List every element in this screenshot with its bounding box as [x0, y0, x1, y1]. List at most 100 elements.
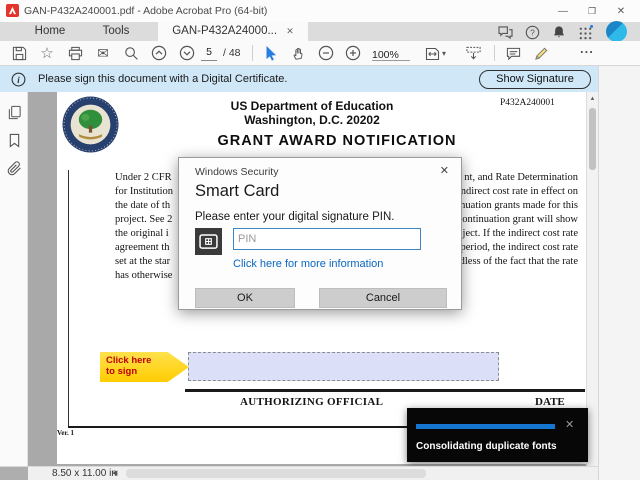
left-navigation-rail [0, 92, 28, 466]
progress-toast: ✕ Consolidating duplicate fonts [407, 408, 588, 462]
main-toolbar: ☆ ✉ 5 / 48 100% ▾ ... [0, 41, 640, 78]
right-tools-rail: A ◀ [598, 66, 640, 480]
click-to-sign-flag[interactable]: Click here to sign [100, 352, 189, 382]
smart-card-icon [195, 228, 222, 255]
doc-text-line: agreement th [115, 242, 170, 253]
tab-home[interactable]: Home [22, 22, 78, 41]
zoom-in-icon[interactable] [344, 44, 362, 62]
doc-text-line: rdless of the fact that the rate [456, 256, 578, 267]
doc-text-line: oject. If the indirect cost rate [457, 228, 578, 239]
status-bar: 8.50 x 11.00 in ◀ [0, 466, 598, 480]
more-information-link[interactable]: Click here for more information [233, 258, 383, 270]
dialog-titlebar-text: Windows Security [195, 166, 279, 178]
authorizing-official-label: AUTHORIZING OFFICIAL [240, 396, 384, 408]
zoom-out-icon[interactable] [317, 44, 335, 62]
zoom-level-dropdown[interactable]: 100% ▾ [372, 45, 410, 78]
tab-tools[interactable]: Tools [88, 22, 144, 41]
doc-paragraph-right-fragment: nt, and Rate Determination ndirect cost … [449, 171, 578, 269]
notice-text: Please sign this document with a Digital… [38, 73, 288, 85]
doc-text-line: t period, the indirect cost rate [454, 242, 578, 253]
grant-award-code: P432A240001 [500, 98, 555, 108]
scroll-up-arrow[interactable]: ▲ [587, 94, 598, 104]
feedback-icon[interactable] [497, 24, 513, 40]
hand-tool-icon[interactable] [290, 44, 308, 62]
doc-text-line: nt, and Rate Determination [464, 172, 578, 183]
doc-text-line: the original i [115, 228, 169, 239]
user-avatar[interactable] [606, 21, 627, 42]
tab-bar: Home Tools GAN-P432A24000... ✕ ? [0, 21, 640, 42]
page-total-label: / 48 [223, 47, 241, 59]
doc-text-line: set at the star [115, 256, 171, 267]
restore-button[interactable]: ❐ [578, 0, 606, 22]
bookmarks-icon[interactable] [6, 132, 22, 148]
attachments-paperclip-icon[interactable] [6, 160, 22, 176]
close-button[interactable]: ✕ [607, 0, 635, 22]
doc-text-line: continuation grant will show [457, 214, 578, 225]
select-tool-icon[interactable] [262, 44, 280, 62]
department-of-education-seal [62, 96, 119, 153]
save-icon[interactable] [10, 44, 28, 62]
minimize-button[interactable]: — [549, 0, 577, 22]
tab-document[interactable]: GAN-P432A24000... ✕ [158, 22, 308, 41]
tab-document-label: GAN-P432A24000... [172, 25, 278, 37]
doc-text-line: the date of th [115, 200, 171, 211]
toast-message: Consolidating duplicate fonts [416, 441, 557, 452]
svg-text:i: i [17, 74, 20, 84]
previous-page-icon[interactable] [150, 44, 168, 62]
info-icon: i [10, 71, 26, 87]
doc-text-line: Under 2 CFR [115, 172, 172, 183]
doc-paragraph-left-fragment: Under 2 CFR for Institution the date of … [115, 171, 173, 283]
scroll-left-arrow[interactable]: ◀ [112, 469, 117, 477]
next-page-icon[interactable] [178, 44, 196, 62]
windows-security-dialog: Windows Security ✕ Smart Card Please ent… [178, 157, 462, 310]
show-signature-button[interactable]: Show Signature [479, 70, 591, 89]
statusbar-corner [0, 467, 28, 480]
doc-text-line: has otherwise [115, 270, 173, 281]
email-icon[interactable]: ✉ [94, 44, 112, 62]
cancel-button[interactable]: Cancel [319, 288, 447, 308]
doc-title-line2: Washington, D.C. 20202 [244, 113, 380, 127]
page-scrolling-icon[interactable] [464, 44, 482, 62]
doc-text-line: for Institution [115, 186, 174, 197]
more-tools-ellipsis[interactable]: ... [580, 41, 594, 56]
title-bar: GAN-P432A240001.pdf - Adobe Acrobat Pro … [0, 0, 640, 22]
horizontal-scrollbar-thumb[interactable] [126, 469, 426, 478]
highlight-pen-icon[interactable] [532, 44, 550, 62]
app-grid-icon[interactable] [577, 24, 593, 40]
scrollbar-thumb[interactable] [589, 108, 596, 170]
table-border-vertical [68, 170, 69, 427]
window-title: GAN-P432A240001.pdf - Adobe Acrobat Pro … [24, 5, 268, 17]
page-number-input[interactable]: 5 [201, 46, 217, 61]
doc-text-line: ntinuation grants made for this [449, 200, 578, 211]
page-size-label: 8.50 x 11.00 in [52, 468, 117, 479]
flag-text-line1: Click here [106, 355, 152, 366]
flag-text-line2: to sign [106, 366, 138, 377]
ok-button[interactable]: OK [195, 288, 295, 308]
doc-heading: GRANT AWARD NOTIFICATION [217, 133, 457, 149]
doc-text-line: ndirect cost rate in effect on [460, 186, 578, 197]
page-thumbnails-icon[interactable] [6, 104, 22, 120]
acrobat-logo-icon [6, 4, 19, 17]
comment-icon[interactable] [504, 44, 522, 62]
help-icon[interactable]: ? [524, 24, 540, 40]
pin-input[interactable] [233, 228, 421, 250]
signature-line [185, 389, 585, 392]
dialog-close-icon[interactable]: ✕ [440, 164, 449, 177]
progress-bar [416, 424, 555, 429]
version-label: Ver. 1 [57, 429, 74, 437]
toolbar-divider [252, 45, 253, 61]
fit-caret-icon[interactable]: ▾ [440, 48, 448, 58]
doc-title-line1: US Department of Education [230, 99, 394, 113]
toolbar-divider [494, 45, 495, 61]
signature-field[interactable] [188, 352, 499, 381]
star-icon[interactable]: ☆ [38, 44, 56, 62]
zoom-level-value: 100% [372, 49, 399, 61]
doc-text-line: project. See 2 [115, 214, 173, 225]
tab-close-icon[interactable]: ✕ [286, 26, 294, 36]
toast-close-icon[interactable]: ✕ [565, 418, 574, 431]
print-icon[interactable] [66, 44, 84, 62]
search-icon[interactable] [122, 44, 140, 62]
notifications-bell-icon[interactable] [551, 24, 567, 40]
dialog-heading: Smart Card [195, 182, 280, 200]
acrobat-window: GAN-P432A240001.pdf - Adobe Acrobat Pro … [0, 0, 640, 480]
